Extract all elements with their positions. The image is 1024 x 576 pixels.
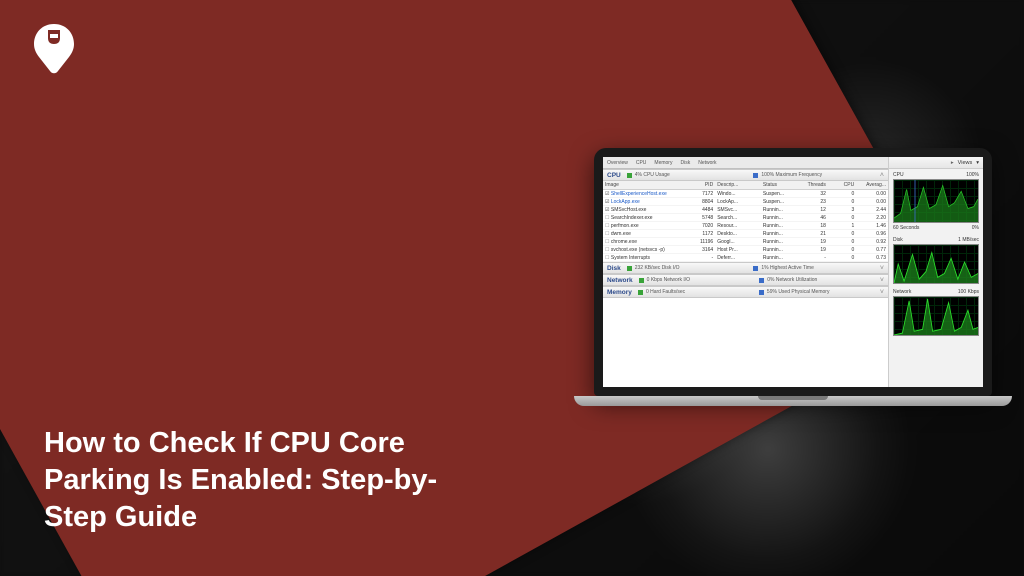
- table-row[interactable]: svchost.exe (netsvcs -p)3164Host Pr...Ru…: [603, 246, 888, 254]
- tab-cpu[interactable]: CPU: [636, 160, 647, 166]
- graph-title-network: Network: [893, 289, 911, 295]
- hero-banner: How to Check If CPU Core Parking Is Enab…: [0, 0, 1024, 576]
- table-row[interactable]: ShellExperienceHost.exe7172Windo...Suspe…: [603, 190, 888, 198]
- col-threads[interactable]: Threads: [800, 182, 828, 188]
- graph-title-cpu: CPU: [893, 172, 904, 178]
- chevron-up-icon[interactable]: ˄: [880, 172, 884, 179]
- cpu-usage-meter: 4% CPU Usage: [627, 172, 748, 178]
- tab-memory[interactable]: Memory: [654, 160, 672, 166]
- graph-scale-network: 100 Kbps: [958, 289, 979, 295]
- disk-usage-graph: [893, 244, 979, 284]
- page-title: How to Check If CPU Core Parking Is Enab…: [44, 425, 474, 536]
- resource-monitor-tabs[interactable]: Overview CPU Memory Disk Network: [603, 157, 888, 169]
- table-row[interactable]: System Interrupts-Deferr...Runnin...-00.…: [603, 254, 888, 262]
- col-cpu[interactable]: CPU: [828, 182, 856, 188]
- col-pid[interactable]: PID: [683, 182, 715, 188]
- wrench-icon: [26, 20, 82, 76]
- laptop-mockup: Overview CPU Memory Disk Network CPU 4% …: [594, 148, 992, 406]
- section-header-cpu[interactable]: CPU 4% CPU Usage 100% Maximum Frequency …: [603, 169, 888, 181]
- section-header-disk[interactable]: Disk 232 KB/sec Disk I/O 1% Highest Acti…: [603, 262, 888, 274]
- tab-overview[interactable]: Overview: [607, 160, 628, 166]
- graph-scale-cpu: 100%: [966, 172, 979, 178]
- table-row[interactable]: LockApp.exe8804LockAp...Suspen...2300.00: [603, 198, 888, 206]
- blank-area: [603, 298, 888, 387]
- section-header-network[interactable]: Network 0 Kbps Network I/O 0% Network Ut…: [603, 274, 888, 286]
- memory-usage-meter: 0 Hard Faults/sec: [638, 289, 753, 295]
- section-label-cpu: CPU: [607, 172, 621, 179]
- col-avg[interactable]: Averag...: [856, 182, 888, 188]
- col-image[interactable]: Image: [603, 182, 683, 188]
- network-usage-meter: 0 Kbps Network I/O: [639, 277, 754, 283]
- laptop-bezel: Overview CPU Memory Disk Network CPU 4% …: [594, 148, 992, 396]
- disk-right-meter: 1% Highest Active Time: [753, 265, 874, 271]
- network-usage-graph: [893, 296, 979, 336]
- views-label: Views: [958, 160, 973, 166]
- collapse-arrow-icon[interactable]: ▸: [951, 160, 954, 166]
- table-row[interactable]: SMSvcHost.exe4484SMSvc...Runnin...1232.4…: [603, 206, 888, 214]
- resource-monitor-side-panel: ▸ Views ▾ CPU 100%: [889, 157, 983, 387]
- process-table-header[interactable]: Image PID Descrip... Status Threads CPU …: [603, 181, 888, 190]
- chevron-down-icon[interactable]: ˅: [880, 277, 884, 284]
- section-label-disk: Disk: [607, 265, 621, 272]
- graph-title-seconds: 60 Seconds: [893, 225, 919, 231]
- side-graph-disk: Disk 1 MB/sec: [889, 234, 983, 286]
- table-row[interactable]: dwm.exe1172Deskto...Runnin...2100.96: [603, 230, 888, 238]
- memory-right-meter: 59% Used Physical Memory: [759, 289, 874, 295]
- views-dropdown[interactable]: ▸ Views ▾: [889, 157, 983, 169]
- laptop-base: [574, 396, 1012, 406]
- graph-title-disk: Disk: [893, 237, 903, 243]
- col-desc[interactable]: Descrip...: [715, 182, 761, 188]
- side-graph-network: Network 100 Kbps: [889, 286, 983, 338]
- site-logo: [26, 20, 82, 81]
- resource-monitor-window: Overview CPU Memory Disk Network CPU 4% …: [603, 157, 983, 387]
- table-row[interactable]: chrome.exe11196Googl...Runnin...1900.92: [603, 238, 888, 246]
- tab-disk[interactable]: Disk: [680, 160, 690, 166]
- process-table: Image PID Descrip... Status Threads CPU …: [603, 181, 888, 262]
- graph-scale-seconds: 0%: [972, 225, 979, 231]
- tab-network[interactable]: Network: [698, 160, 716, 166]
- section-label-network: Network: [607, 277, 633, 284]
- section-header-memory[interactable]: Memory 0 Hard Faults/sec 59% Used Physic…: [603, 286, 888, 298]
- disk-usage-meter: 232 KB/sec Disk I/O: [627, 265, 748, 271]
- resource-monitor-main: Overview CPU Memory Disk Network CPU 4% …: [603, 157, 889, 387]
- chevron-down-icon[interactable]: ˅: [880, 289, 884, 296]
- table-row[interactable]: perfmon.exe7020Resour...Runnin...1811.46: [603, 222, 888, 230]
- cpu-freq-meter: 100% Maximum Frequency: [753, 172, 874, 178]
- graph-scale-disk: 1 MB/sec: [958, 237, 979, 243]
- network-right-meter: 0% Network Utilization: [759, 277, 874, 283]
- side-graph-cpu: CPU 100% 60 Seconds: [889, 169, 983, 234]
- chevron-down-icon[interactable]: ˅: [880, 265, 884, 272]
- dropdown-arrow-icon[interactable]: ▾: [976, 160, 979, 166]
- section-label-memory: Memory: [607, 289, 632, 296]
- table-row[interactable]: SearchIndexer.exe5748Search...Runnin...4…: [603, 214, 888, 222]
- col-status[interactable]: Status: [761, 182, 800, 188]
- cpu-usage-graph: [893, 179, 979, 223]
